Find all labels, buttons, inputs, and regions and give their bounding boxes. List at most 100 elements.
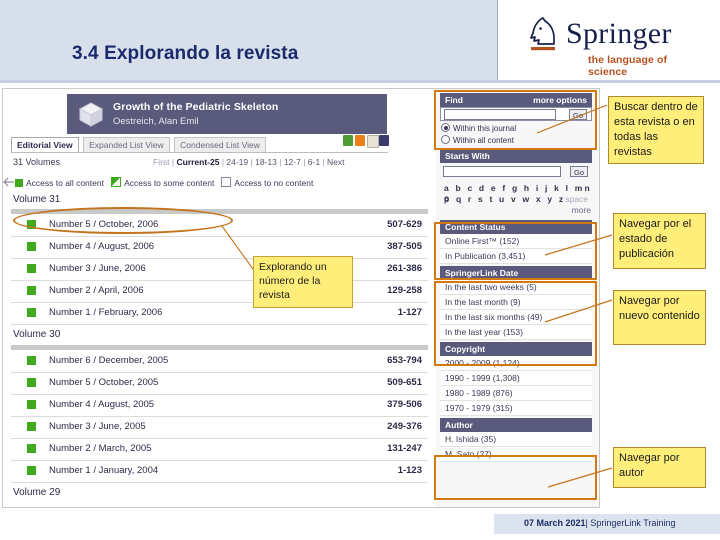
access-legend: Access to all content Access to some con…	[15, 177, 313, 188]
issue-pages: 1-123	[397, 465, 422, 476]
issue-label[interactable]: Number 3 / June, 2006	[49, 263, 146, 274]
volume-heading-31: Volume 31	[13, 194, 61, 205]
toolbar-icons	[343, 135, 389, 149]
rss-feed-icon[interactable]	[355, 135, 365, 146]
issue-label[interactable]: Number 2 / April, 2006	[49, 285, 144, 296]
access-indicator	[27, 286, 36, 295]
pager-item-4[interactable]: 12-7	[284, 157, 301, 167]
highlight-find-panel	[434, 90, 597, 150]
legend-label-none: Access to no content	[234, 178, 314, 188]
issue-label[interactable]: Number 4 / August, 2005	[49, 399, 154, 410]
access-indicator	[27, 444, 36, 453]
highlight-content-status	[434, 222, 597, 280]
issue-label[interactable]: Number 4 / August, 2006	[49, 241, 154, 252]
journal-content-pane: Growth of the Pediatric Skeleton Oestrei…	[3, 89, 436, 507]
access-indicator	[27, 242, 36, 251]
table-row[interactable]: Number 2 / April, 2006 129-258	[11, 280, 428, 303]
pager-next[interactable]: Next	[327, 157, 344, 167]
access-indicator	[27, 308, 36, 317]
table-row[interactable]: Number 1 / February, 2006 1-127	[11, 302, 428, 325]
table-row[interactable]: Number 1 / January, 2004 1-123	[11, 460, 428, 483]
journal-title: Growth of the Pediatric Skeleton	[113, 101, 279, 113]
header-band	[0, 0, 497, 80]
issue-pages: 249-376	[387, 421, 422, 432]
volume-heading-29: Volume 29	[13, 487, 61, 498]
facet-header-starts-with: Starts With	[440, 149, 592, 163]
page-title: 3.4 Explorando la revista	[72, 43, 299, 64]
starts-with-input[interactable]	[443, 166, 561, 177]
tabs-divider	[11, 152, 388, 153]
issue-pages: 261-386	[387, 263, 422, 274]
pager-item-5[interactable]: 6-1	[308, 157, 320, 167]
table-row[interactable]: Number 3 / June, 2006 261-386	[11, 258, 428, 281]
legend-label-some: Access to some content	[124, 178, 215, 188]
facet-title-author: Author	[445, 420, 473, 430]
facet-item-copyright-1990s[interactable]: 1990 - 1999 (1,308)	[440, 371, 592, 386]
table-row[interactable]: Number 2 / March, 2005 131-247	[11, 438, 428, 461]
issue-label[interactable]: Number 1 / January, 2004	[49, 465, 158, 476]
issue-label[interactable]: Number 5 / October, 2005	[49, 377, 158, 388]
footer-separator: |	[585, 518, 588, 528]
pager-item-3[interactable]: 18-13	[255, 157, 277, 167]
legend-swatch-some	[111, 177, 122, 187]
highlight-author-panel	[434, 455, 597, 500]
facet-item-copyright-1980s[interactable]: 1980 - 1989 (876)	[440, 386, 592, 401]
highlight-issue-ellipse	[13, 207, 233, 234]
issue-pages: 379-506	[387, 399, 422, 410]
starts-with-more-link[interactable]: more	[572, 205, 591, 215]
facet-item-copyright-1970s[interactable]: 1970 - 1979 (315)	[440, 401, 592, 416]
facet-header-author: Author	[440, 418, 592, 432]
pagination: First | Current-25 | 24-19 | 18-13 | 12-…	[153, 157, 345, 167]
access-indicator	[27, 378, 36, 387]
pager-first[interactable]: First	[153, 157, 170, 167]
tab-condensed-list-view[interactable]: Condensed List View	[174, 137, 266, 152]
issue-label[interactable]: Number 1 / February, 2006	[49, 307, 162, 318]
callout-publication-status: Navegar por el estado de publicación	[613, 213, 706, 269]
back-arrow-icon[interactable]	[3, 177, 15, 187]
springer-wordmark: Springer	[566, 17, 672, 50]
footer-label: SpringerLink Training	[590, 518, 676, 528]
facet-item-author-ishida[interactable]: H. Ishida (35)	[440, 432, 592, 447]
issue-pages: 1-127	[397, 307, 422, 318]
tab-editorial-view[interactable]: Editorial View	[11, 137, 79, 152]
table-row[interactable]: Number 4 / August, 2005 379-506	[11, 394, 428, 417]
issue-pages: 131-247	[387, 443, 422, 454]
volumes-count: 31 Volumes	[13, 157, 61, 167]
book-icon	[78, 102, 104, 127]
footer-date: 07 March 2021	[524, 518, 586, 528]
pager-item-2[interactable]: 24-19	[226, 157, 248, 167]
slide-footer: 07 March 2021| SpringerLink Training	[494, 514, 720, 534]
callout-author: Navegar por autor	[613, 447, 706, 488]
journal-author: Oestreich, Alan Emil	[113, 116, 199, 127]
tab-expanded-list-view[interactable]: Expanded List View	[83, 137, 170, 152]
springer-tagline: the language of science	[588, 54, 668, 78]
export-citation-icon[interactable]	[343, 135, 353, 146]
springer-knight-icon	[530, 17, 555, 51]
volume-heading-30: Volume 30	[13, 329, 61, 340]
alphabet-letters[interactable]: p q r s t u v w x y z	[444, 194, 565, 204]
starts-with-go-button[interactable]: Go	[570, 166, 588, 177]
access-indicator	[27, 264, 36, 273]
pager-item-current[interactable]: Current-25	[176, 157, 219, 167]
table-row[interactable]: Number 3 / June, 2005 249-376	[11, 416, 428, 439]
table-row[interactable]: Number 4 / August, 2006 387-505	[11, 236, 428, 259]
callout-new-content: Navegar por nuevo contenido	[613, 290, 706, 345]
issue-label[interactable]: Number 3 / June, 2005	[49, 421, 146, 432]
table-row[interactable]: Number 6 / December, 2005 653-794	[11, 350, 428, 373]
issue-pages: 129-258	[387, 285, 422, 296]
table-row[interactable]: Number 5 / October, 2005 509-651	[11, 372, 428, 395]
slide-header: 3.4 Explorando la revista Springer the l…	[0, 0, 720, 85]
alphabet-row-2[interactable]: p q r s t u v w x y zspace	[444, 194, 588, 204]
access-indicator	[27, 466, 36, 475]
email-icon[interactable]	[367, 135, 379, 148]
space-key-label[interactable]: space	[565, 194, 588, 204]
issue-label[interactable]: Number 2 / March, 2005	[49, 443, 151, 454]
highlight-springerlink-date	[434, 281, 597, 366]
access-indicator	[27, 356, 36, 365]
starts-with-search-box: Go	[440, 165, 592, 179]
issue-label[interactable]: Number 6 / December, 2005	[49, 355, 168, 366]
legend-label-all: Access to all content	[26, 178, 104, 188]
save-icon[interactable]	[379, 135, 389, 146]
journal-header-bar: Growth of the Pediatric Skeleton Oestrei…	[67, 94, 387, 134]
access-indicator	[27, 400, 36, 409]
